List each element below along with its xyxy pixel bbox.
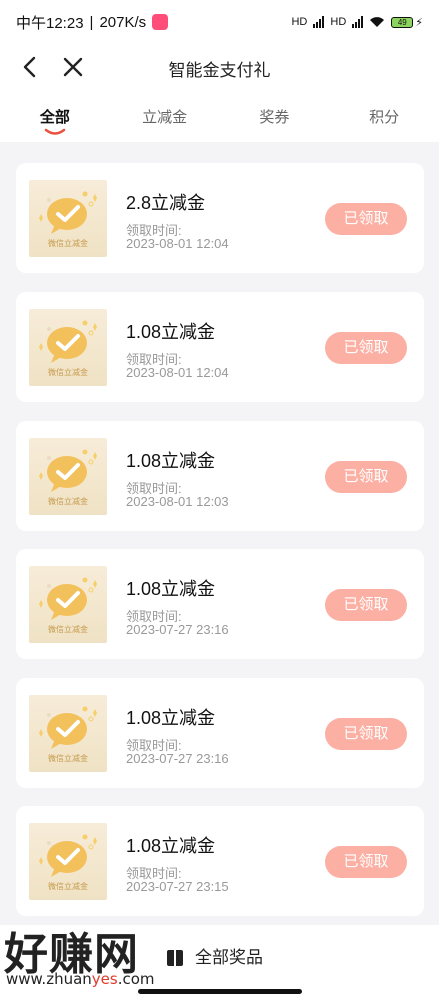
claimed-button[interactable]: 已领取 (325, 203, 407, 235)
prize-card: 微信立减金 1.08立减金 领取时间: 2023-07-27 23:16 已领取 (16, 549, 424, 659)
coupon-thumbnail-label: 微信立减金 (48, 625, 88, 634)
tab-bar: 全部 立减金 奖券 积分 (0, 90, 439, 142)
status-bar: 中午12:23 | 207K/s HD HD 49 ⚡ (0, 0, 439, 44)
watermark-url: www.zhuanyes.com (6, 970, 155, 988)
coupon-amount: 1.08立减金 (126, 451, 216, 471)
hd-label-2: HD (330, 16, 347, 28)
coupon-thumbnail-label: 微信立减金 (48, 882, 88, 891)
tab-cash-coupon[interactable]: 立减金 (110, 90, 220, 142)
claim-time: 2023-08-01 12:04 (126, 365, 229, 380)
coupon-thumbnail: 微信立减金 (29, 566, 107, 643)
coupon-thumbnail: 微信立减金 (29, 823, 107, 900)
coupon-amount: 1.08立减金 (126, 322, 216, 342)
tab-points[interactable]: 积分 (329, 90, 439, 142)
app-notification-icon (152, 14, 169, 30)
claimed-button[interactable]: 已领取 (325, 589, 407, 621)
prize-card: 微信立减金 1.08立减金 领取时间: 2023-08-01 12:03 已领取 (16, 421, 424, 531)
wifi-icon (370, 17, 385, 27)
battery-icon: 49 ⚡ (391, 16, 423, 29)
claim-time: 2023-08-01 12:04 (126, 236, 229, 251)
signal-icon-1 (313, 16, 325, 28)
tab-active-indicator (44, 128, 66, 135)
status-time: 中午12:23 (16, 14, 84, 32)
claim-time: 2023-07-27 23:16 (126, 622, 229, 637)
coupon-thumbnail: 微信立减金 (29, 695, 107, 772)
coupon-thumbnail-label: 微信立减金 (48, 239, 88, 248)
status-speed: 207K/s (99, 13, 147, 31)
coupon-thumbnail-label: 微信立减金 (48, 368, 88, 377)
hd-label-1: HD (291, 16, 308, 28)
coupon-amount: 2.8立减金 (126, 193, 206, 213)
coupon-amount: 1.08立减金 (126, 836, 216, 856)
claimed-button[interactable]: 已领取 (325, 461, 407, 493)
claimed-button[interactable]: 已领取 (325, 846, 407, 878)
tab-voucher[interactable]: 奖券 (220, 90, 330, 142)
claim-time: 2023-07-27 23:15 (126, 879, 229, 894)
prize-card: 微信立减金 1.08立减金 领取时间: 2023-08-01 12:04 已领取 (16, 292, 424, 402)
battery-level: 49 (391, 16, 414, 28)
coupon-thumbnail-label: 微信立减金 (48, 754, 88, 763)
coupon-thumbnail: 微信立减金 (29, 180, 107, 257)
coupon-thumbnail: 微信立减金 (29, 309, 107, 386)
tab-voucher-label: 奖券 (259, 109, 290, 126)
nav-bar: 智能金支付礼 (0, 44, 439, 90)
signal-icon-2 (352, 16, 364, 28)
tab-points-label: 积分 (369, 109, 400, 126)
claimed-button[interactable]: 已领取 (325, 332, 407, 364)
coupon-amount: 1.08立减金 (126, 579, 216, 599)
watermark-url-highlight: yes (91, 970, 118, 988)
tab-all[interactable]: 全部 (0, 90, 110, 142)
prize-card: 微信立减金 2.8立减金 领取时间: 2023-08-01 12:04 已领取 (16, 163, 424, 273)
watermark-url-post: .com (117, 970, 155, 988)
watermark-url-pre: www.zhuan (6, 970, 92, 988)
coupon-thumbnail-label: 微信立减金 (48, 497, 88, 506)
all-prizes-label: 全部奖品 (195, 948, 263, 967)
watermark: 好赚网 www.zhuanyes.com (4, 918, 204, 998)
status-divider: | (89, 13, 94, 31)
page-title: 智能金支付礼 (168, 61, 271, 80)
claim-time: 2023-08-01 12:03 (126, 494, 229, 509)
claim-time: 2023-07-27 23:16 (126, 751, 229, 766)
tab-all-label: 全部 (39, 109, 70, 126)
prize-card: 微信立减金 1.08立减金 领取时间: 2023-07-27 23:15 已领取 (16, 806, 424, 916)
charging-icon: ⚡ (415, 16, 423, 29)
claimed-button[interactable]: 已领取 (325, 718, 407, 750)
coupon-thumbnail: 微信立减金 (29, 438, 107, 515)
prize-card: 微信立减金 1.08立减金 领取时间: 2023-07-27 23:16 已领取 (16, 678, 424, 788)
tab-cash-coupon-label: 立减金 (142, 109, 188, 126)
coupon-amount: 1.08立减金 (126, 708, 216, 728)
